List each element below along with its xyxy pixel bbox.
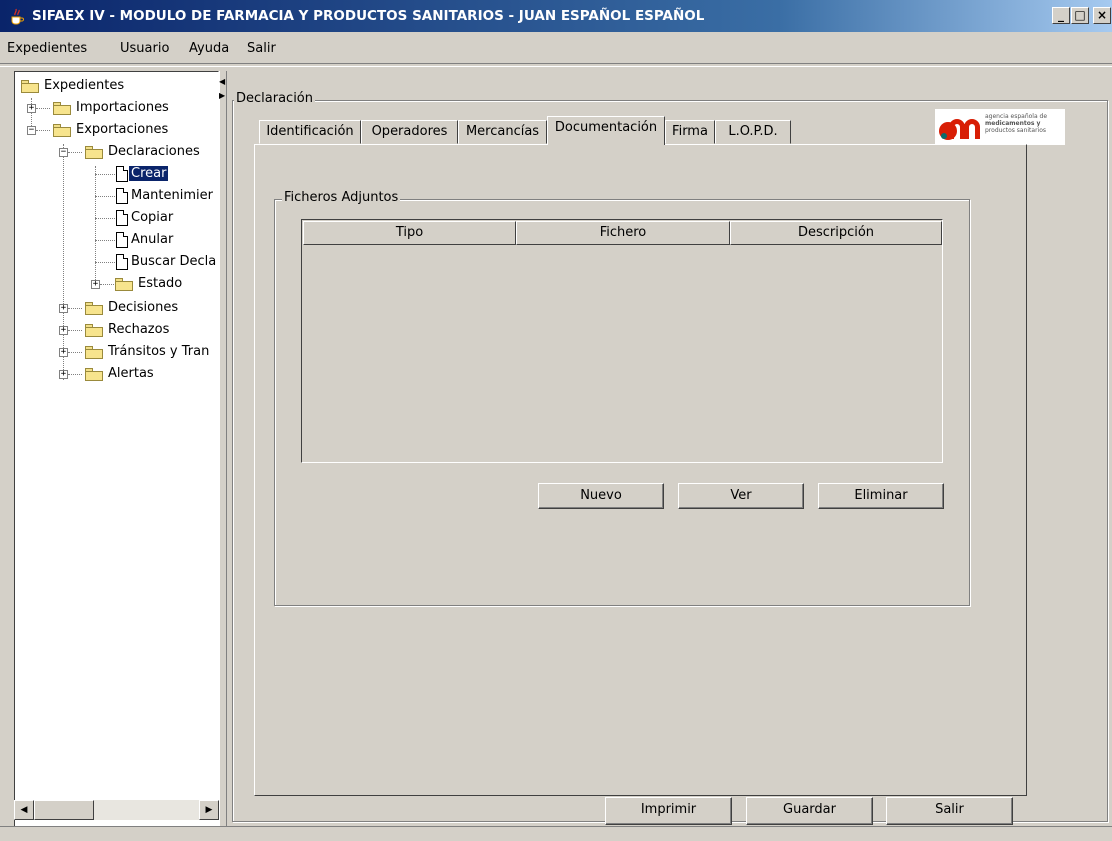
scroll-left-arrow-icon[interactable]: ◀ <box>14 800 34 820</box>
salir-button[interactable]: Salir <box>886 797 1013 825</box>
tree-label: Estado <box>138 276 183 291</box>
menu-ayuda[interactable]: Ayuda <box>189 41 229 56</box>
tree-label: Exportaciones <box>76 122 169 137</box>
tree-label: Expedientes <box>44 78 125 93</box>
ver-button[interactable]: Ver <box>678 483 804 509</box>
title-bar: SIFAEX IV - MODULO DE FARMACIA Y PRODUCT… <box>0 0 1112 32</box>
expand-icon[interactable]: + <box>27 104 36 113</box>
tree-horizontal-scrollbar[interactable]: ◀ ▶ <box>14 800 219 820</box>
column-header-fichero[interactable]: Fichero <box>516 221 730 245</box>
document-icon <box>116 166 128 182</box>
java-cup-icon <box>11 8 24 25</box>
collapse-icon[interactable]: − <box>27 126 36 135</box>
collapse-left-arrow-icon[interactable]: ◀ <box>219 78 225 86</box>
folder-icon <box>85 324 103 337</box>
tab-firma[interactable]: Firma <box>665 120 715 144</box>
document-icon <box>116 188 128 204</box>
tree-label: Copiar <box>131 210 174 225</box>
agency-logo: agencia española de medicamentos y produ… <box>935 109 1065 145</box>
tab-mercancias[interactable]: Mercancías <box>458 120 547 144</box>
folder-icon <box>53 102 71 115</box>
tree-label: Declaraciones <box>108 144 200 159</box>
status-bar <box>0 826 1112 841</box>
document-icon <box>116 232 128 248</box>
attachments-table[interactable]: Tipo Fichero Descripción <box>301 219 943 463</box>
column-header-descripcion[interactable]: Descripción <box>730 221 942 245</box>
tree-label: Rechazos <box>108 322 170 337</box>
folder-icon <box>85 368 103 381</box>
window-title: SIFAEX IV - MODULO DE FARMACIA Y PRODUCT… <box>32 8 705 24</box>
imprimir-button[interactable]: Imprimir <box>605 797 732 825</box>
expand-icon[interactable]: + <box>59 304 68 313</box>
ficheros-adjuntos-title: Ficheros Adjuntos <box>282 190 401 205</box>
close-button[interactable]: × <box>1093 7 1111 24</box>
split-pane-divider[interactable] <box>219 71 227 827</box>
expand-icon[interactable]: + <box>59 326 68 335</box>
menu-separator <box>0 63 1112 67</box>
open-folder-icon <box>53 124 71 137</box>
tree-label: Alertas <box>108 366 154 381</box>
logo-text-line-3: productos sanitarios <box>985 127 1047 134</box>
open-folder-icon <box>21 80 39 93</box>
menu-salir[interactable]: Salir <box>247 41 276 56</box>
folder-icon <box>85 346 103 359</box>
document-icon <box>116 210 128 226</box>
tree-label: Buscar Decla <box>131 254 217 269</box>
expand-icon[interactable]: + <box>91 280 100 289</box>
tree-label: Mantenimier <box>131 188 213 203</box>
scroll-thumb[interactable] <box>34 800 94 820</box>
logo-text-line-2: medicamentos y <box>985 120 1041 127</box>
navigation-tree[interactable]: Expedientes + Importaciones − Exportacio… <box>14 71 219 827</box>
document-icon <box>116 254 128 270</box>
nuevo-button[interactable]: Nuevo <box>538 483 664 509</box>
menu-bar: Expedientes Usuario Ayuda Salir <box>0 33 1112 61</box>
column-header-tipo[interactable]: Tipo <box>303 221 516 245</box>
tree-label: Tránsitos y Tran <box>108 344 210 359</box>
eliminar-button[interactable]: Eliminar <box>818 483 944 509</box>
tab-operadores[interactable]: Operadores <box>361 120 458 144</box>
tree-label: Decisiones <box>108 300 179 315</box>
tree-guide <box>63 144 64 380</box>
open-folder-icon <box>85 146 103 159</box>
declaracion-group-title: Declaración <box>234 91 315 106</box>
logo-text-line-1: agencia española de <box>985 113 1048 120</box>
maximize-button[interactable]: □ <box>1071 7 1089 24</box>
tree-label-selected: Crear <box>129 166 169 181</box>
menu-expedientes[interactable]: Expedientes <box>7 41 87 56</box>
expand-icon[interactable]: + <box>59 348 68 357</box>
tab-identificacion[interactable]: Identificación <box>259 120 361 144</box>
folder-icon <box>85 302 103 315</box>
guardar-button[interactable]: Guardar <box>746 797 873 825</box>
tree-guide <box>95 166 96 288</box>
scroll-right-arrow-icon[interactable]: ▶ <box>199 800 219 820</box>
collapse-icon[interactable]: − <box>59 148 68 157</box>
minimize-button[interactable]: _ <box>1052 7 1070 24</box>
tab-documentacion[interactable]: Documentación <box>547 116 665 145</box>
expand-right-arrow-icon[interactable]: ▶ <box>219 92 225 100</box>
tree-label: Anular <box>131 232 174 247</box>
tree-label: Importaciones <box>76 100 169 115</box>
folder-icon <box>115 278 133 291</box>
menu-usuario[interactable]: Usuario <box>120 41 169 56</box>
expand-icon[interactable]: + <box>59 370 68 379</box>
tab-lopd[interactable]: L.O.P.D. <box>715 120 791 144</box>
